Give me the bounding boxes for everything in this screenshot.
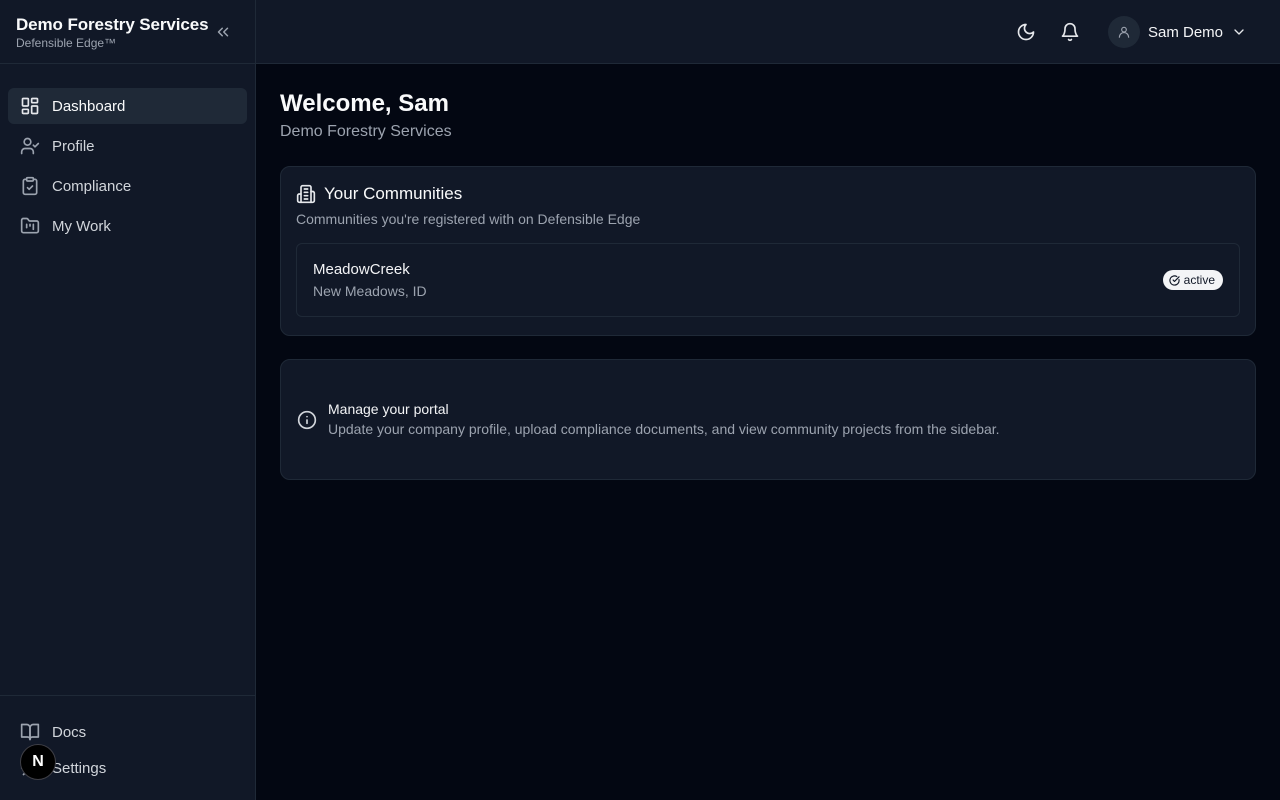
folder-kanban-icon [20, 216, 40, 236]
sidebar-item-dashboard[interactable]: Dashboard [8, 88, 247, 124]
sidebar-item-label: Dashboard [52, 97, 126, 115]
page-subtitle: Demo Forestry Services [280, 123, 452, 140]
community-name: MeadowCreek [313, 261, 410, 278]
sidebar-item-label: Docs [52, 723, 87, 741]
community-location: New Meadows, ID [313, 283, 427, 299]
user-menu-button[interactable]: Sam Demo [1108, 16, 1247, 48]
sidebar-item-label: Settings [52, 759, 107, 777]
badge-letter: N [32, 753, 44, 770]
avatar [1108, 16, 1140, 48]
clipboard-check-icon [20, 176, 40, 196]
dashboard-icon [20, 96, 40, 116]
sidebar-item-compliance[interactable]: Compliance [8, 168, 247, 204]
sidebar-item-label: My Work [52, 217, 111, 235]
building-icon [296, 184, 316, 204]
info-text: Update your company profile, upload comp… [328, 421, 1000, 437]
community-item[interactable]: MeadowCreek New Meadows, ID active [296, 243, 1240, 317]
card-title: Your Communities [324, 184, 463, 203]
card-header: Your Communities [296, 183, 1240, 205]
book-open-icon [20, 722, 40, 742]
chevron-down-icon [1231, 24, 1247, 40]
info-card: Manage your portal Update your company p… [280, 359, 1256, 480]
collapse-sidebar-icon[interactable] [214, 23, 232, 41]
status-badge: active [1162, 270, 1223, 290]
sidebar-item-docs[interactable]: Docs [8, 716, 247, 748]
user-name: Sam Demo [1148, 23, 1224, 41]
page-title: Welcome, Sam [280, 90, 449, 117]
user-icon [1117, 25, 1131, 39]
user-check-icon [20, 136, 40, 156]
sidebar-item-my-work[interactable]: My Work [8, 208, 247, 244]
moon-icon[interactable] [1016, 22, 1036, 42]
topbar: Sam Demo [256, 0, 1280, 64]
info-title: Manage your portal [328, 401, 449, 417]
sidebar-item-label: Compliance [52, 177, 132, 195]
status-text: active [1183, 273, 1215, 287]
next-dev-badge[interactable]: N [20, 744, 56, 780]
sidebar-header: Demo Forestry Services Defensible Edge™ [0, 0, 255, 64]
check-circle-icon [1169, 274, 1180, 286]
sidebar: Demo Forestry Services Defensible Edge™ … [0, 0, 256, 800]
sidebar-nav: Dashboard Profile Compliance My Work [0, 64, 255, 244]
communities-card: Your Communities Communities you're regi… [280, 166, 1256, 336]
sidebar-item-label: Profile [52, 137, 95, 155]
info-icon [297, 410, 317, 430]
sidebar-item-profile[interactable]: Profile [8, 128, 247, 164]
bell-icon[interactable] [1060, 22, 1080, 42]
main-content: Welcome, Sam Demo Forestry Services Your… [280, 88, 1256, 480]
card-description: Communities you're registered with on De… [296, 211, 641, 227]
